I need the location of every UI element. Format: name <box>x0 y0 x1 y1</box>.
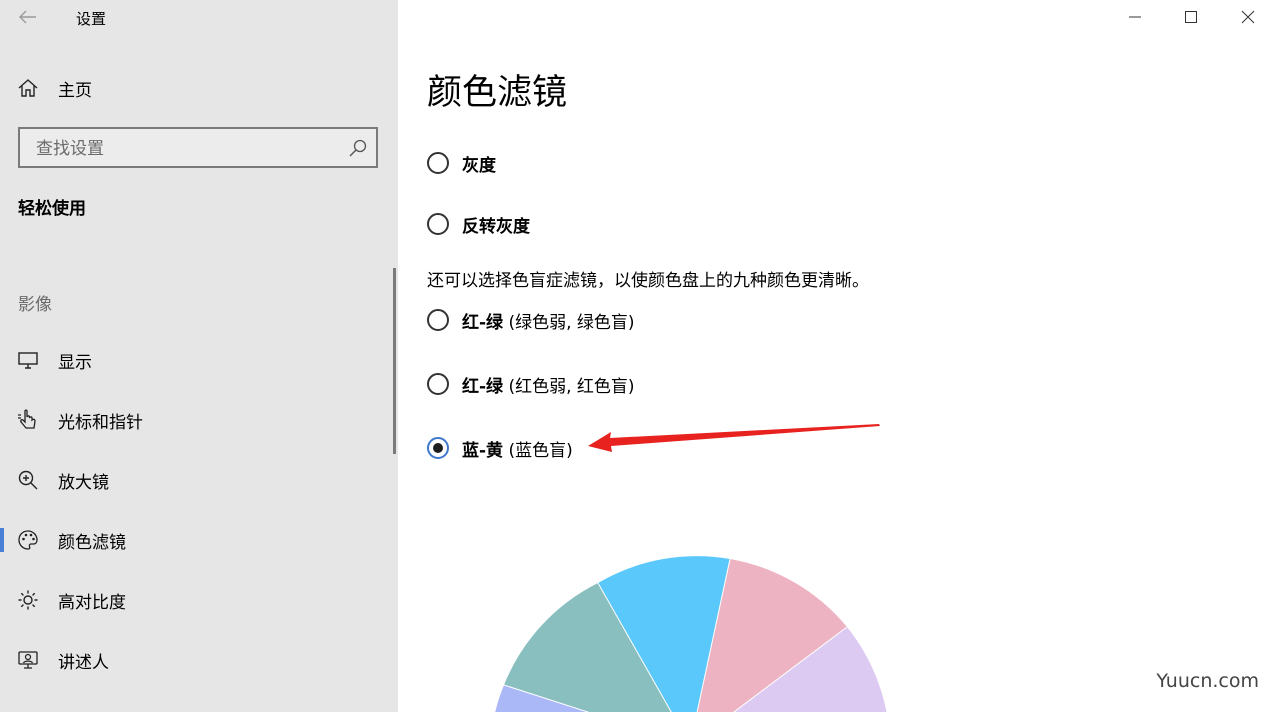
sidebar-item-home[interactable]: 主页 <box>0 66 398 110</box>
palette-icon <box>16 528 40 552</box>
sidebar-scrollbar[interactable] <box>393 268 396 454</box>
option-label: 红-绿 <box>462 376 504 397</box>
radio-button[interactable] <box>427 152 449 174</box>
narrator-icon <box>16 648 40 672</box>
watermark: Yuucn.com <box>1156 670 1259 692</box>
search-icon[interactable] <box>348 138 368 158</box>
filter-option-protanopia[interactable]: 红-绿 (红色弱, 红色盲) <box>427 370 635 398</box>
option-detail: (蓝色盲) <box>503 440 573 461</box>
radio-button[interactable] <box>427 213 449 235</box>
sidebar-item-color-filters[interactable]: 颜色滤镜 <box>0 518 398 562</box>
search-box[interactable] <box>18 127 378 168</box>
home-icon <box>16 76 40 100</box>
sidebar-item-magnifier[interactable]: 放大镜 <box>0 458 398 502</box>
sidebar-item-label: 显示 <box>58 352 92 373</box>
sidebar-item-label: 颜色滤镜 <box>58 532 126 553</box>
sidebar-item-label: 放大镜 <box>58 472 109 493</box>
sidebar-item-pointer[interactable]: 光标和指针 <box>0 398 398 442</box>
filter-option-deuteranopia[interactable]: 红-绿 (绿色弱, 绿色盲) <box>427 306 635 334</box>
app-title: 设置 <box>76 10 107 28</box>
option-label: 蓝-黄 <box>462 440 504 461</box>
settings-window: 设置 主页 轻松使用 影像 显 <box>0 0 1272 712</box>
section-title: 轻松使用 <box>18 199 86 219</box>
annotation-arrow-icon <box>588 424 880 452</box>
sidebar-item-high-contrast[interactable]: 高对比度 <box>0 578 398 622</box>
close-button[interactable] <box>1220 0 1272 34</box>
radio-button[interactable] <box>427 309 449 331</box>
sidebar-item-label: 光标和指针 <box>58 412 143 433</box>
sidebar: 设置 主页 轻松使用 影像 显 <box>0 0 398 712</box>
option-label: 反转灰度 <box>462 216 530 237</box>
sidebar-item-display[interactable]: 显示 <box>0 338 398 382</box>
close-icon <box>1241 10 1255 24</box>
magnifier-icon <box>16 468 40 492</box>
filter-option-tritanopia[interactable]: 蓝-黄 (蓝色盲) <box>427 434 573 462</box>
minimize-button[interactable] <box>1107 0 1163 34</box>
brightness-icon <box>16 588 40 612</box>
option-label: 红-绿 <box>462 312 504 333</box>
color-wheel <box>495 556 887 712</box>
filter-option-inverted-grayscale[interactable]: 反转灰度 <box>427 210 530 238</box>
page-title: 颜色滤镜 <box>427 73 568 113</box>
back-arrow-icon <box>19 10 36 24</box>
pointer-icon <box>16 408 40 432</box>
group-label: 影像 <box>18 295 52 315</box>
search-input[interactable] <box>34 137 338 161</box>
filter-option-grayscale[interactable]: 灰度 <box>427 149 496 177</box>
sidebar-item-label: 讲述人 <box>58 652 109 673</box>
radio-button-checked[interactable] <box>427 437 449 459</box>
option-label: 灰度 <box>462 155 496 176</box>
minimize-icon <box>1129 16 1141 18</box>
colorblind-description: 还可以选择色盲症滤镜，以使颜色盘上的九种颜色更清晰。 <box>427 271 869 291</box>
display-icon <box>16 348 40 372</box>
sidebar-item-narrator[interactable]: 讲述人 <box>0 638 398 682</box>
maximize-button[interactable] <box>1163 0 1219 34</box>
option-detail: (红色弱, 红色盲) <box>503 376 635 397</box>
option-detail: (绿色弱, 绿色盲) <box>503 312 635 333</box>
maximize-icon <box>1185 11 1197 23</box>
radio-button[interactable] <box>427 373 449 395</box>
sidebar-item-label: 高对比度 <box>58 592 126 613</box>
back-button[interactable] <box>14 4 42 30</box>
sidebar-item-label: 主页 <box>58 80 92 101</box>
